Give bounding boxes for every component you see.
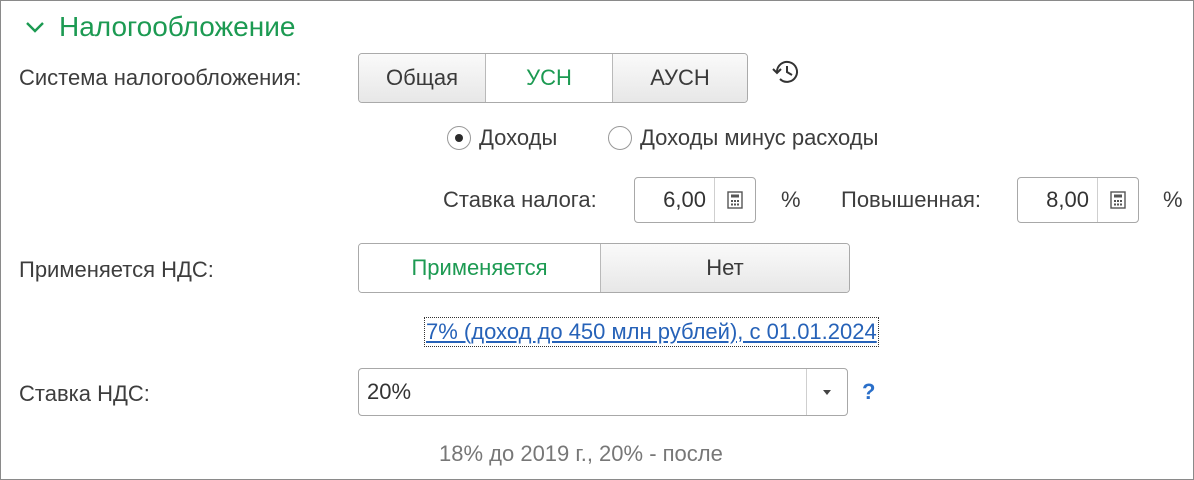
increased-rate-field[interactable]: 8,00 xyxy=(1017,177,1139,223)
tax-system-option-usn[interactable]: УСН xyxy=(486,54,613,102)
radio-income-circle[interactable] xyxy=(447,126,471,150)
tax-system-switch: Общая УСН АУСН xyxy=(358,53,748,103)
vat-rate-select[interactable]: 20% xyxy=(358,368,848,416)
increased-rate-label: Повышенная: xyxy=(841,187,981,212)
increased-rate-unit: % xyxy=(1163,187,1183,212)
history-icon[interactable] xyxy=(769,57,803,87)
calculator-icon[interactable] xyxy=(714,178,755,222)
radio-income-minus-expenses-circle[interactable] xyxy=(608,126,632,150)
radio-income-label: Доходы xyxy=(479,125,558,150)
tax-system-option-general[interactable]: Общая xyxy=(359,54,486,102)
vat-option-none[interactable]: Нет xyxy=(601,244,849,292)
tax-rate-field[interactable]: 6,00 xyxy=(634,177,756,223)
tax-system-option-ausn[interactable]: АУСН xyxy=(613,54,747,102)
section-header[interactable]: Налогообложение xyxy=(23,9,295,45)
vat-7-percent-link[interactable]: 7% (доход до 450 млн рублей), с 01.01.20… xyxy=(424,317,879,347)
vat-option-applies[interactable]: Применяется xyxy=(359,244,601,292)
tax-rate-input[interactable]: 6,00 xyxy=(635,178,714,222)
increased-rate-input[interactable]: 8,00 xyxy=(1018,178,1097,222)
radio-income-minus-expenses[interactable]: Доходы минус расходы xyxy=(608,125,878,151)
radio-income-minus-expenses-label: Доходы минус расходы xyxy=(640,125,879,150)
vat-rate-note: 18% до 2019 г., 20% - после xyxy=(439,441,723,466)
calculator-icon[interactable] xyxy=(1097,178,1138,222)
help-icon[interactable]: ? xyxy=(862,379,875,405)
vat-applies-switch: Применяется Нет xyxy=(358,243,850,293)
vat-rate-label: Ставка НДС: xyxy=(19,381,150,406)
tax-rate-label: Ставка налога: xyxy=(443,187,597,212)
dropdown-arrow-icon[interactable] xyxy=(806,369,847,415)
vat-rate-value[interactable]: 20% xyxy=(359,369,806,415)
radio-income[interactable]: Доходы xyxy=(447,125,557,151)
chevron-down-icon[interactable] xyxy=(23,15,47,39)
section-title: Налогообложение xyxy=(59,11,296,42)
vat-applies-label: Применяется НДС: xyxy=(19,257,214,282)
tax-system-label: Система налогообложения: xyxy=(19,65,302,90)
tax-rate-unit: % xyxy=(781,187,801,212)
settings-panel: Налогообложение Система налогообложения:… xyxy=(0,0,1194,480)
